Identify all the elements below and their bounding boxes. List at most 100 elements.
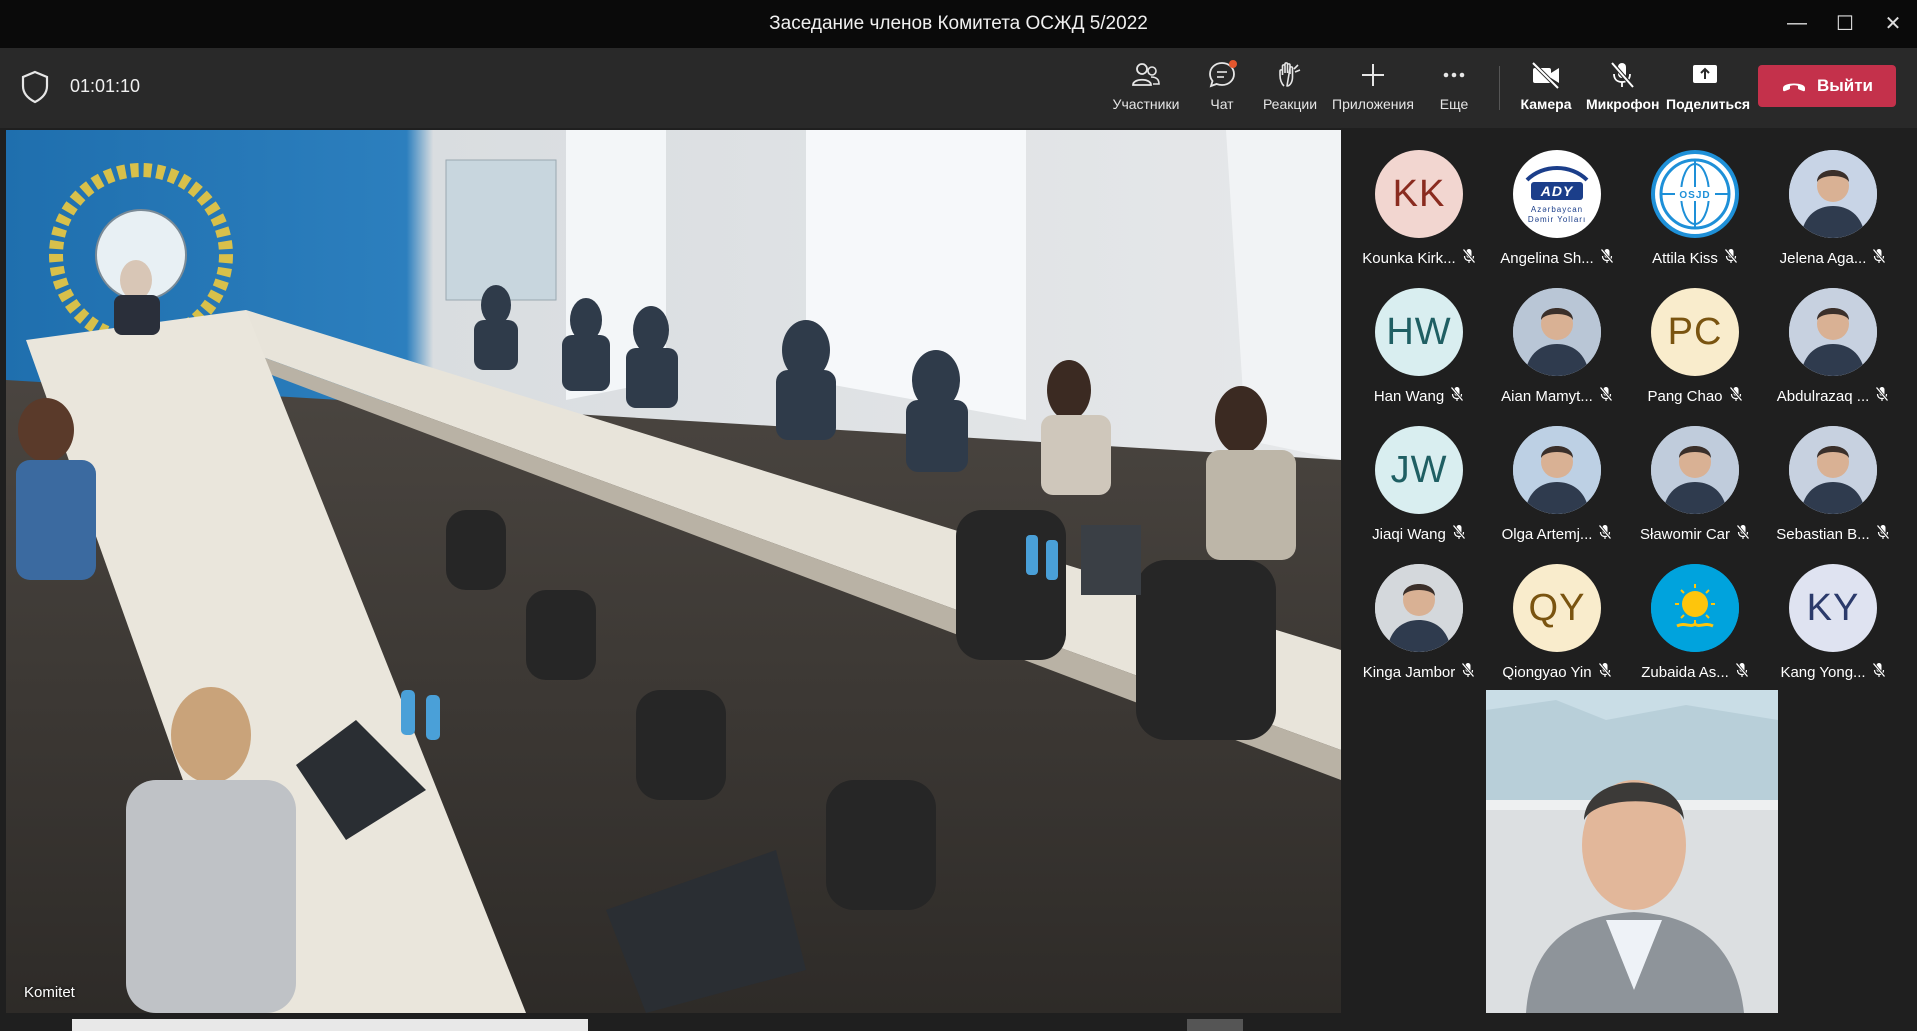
avatar xyxy=(1651,426,1739,514)
participants-label: Участники xyxy=(1112,96,1180,112)
participant-tile[interactable]: Zubaida As... xyxy=(1620,544,1770,681)
mic-muted-icon xyxy=(1872,662,1886,682)
osjd-logo-icon: OSJD xyxy=(1655,154,1735,234)
video-label: Komitet xyxy=(24,984,75,1001)
participant-name-row: Olga Artemj... xyxy=(1482,524,1632,544)
participant-name: Jelena Aga... xyxy=(1779,249,1867,267)
participant-tile[interactable]: Kinga Jambor xyxy=(1344,544,1494,681)
people-icon xyxy=(1132,63,1160,86)
participant-name: Aian Mamyt... xyxy=(1501,387,1593,405)
participant-name: Kounka Kirk... xyxy=(1362,249,1456,267)
leave-label: Выйти xyxy=(1816,76,1874,95)
mic-muted-icon xyxy=(1462,248,1476,268)
participant-name-row: Kinga Jambor xyxy=(1344,662,1494,682)
apps-label: Приложения xyxy=(1332,96,1414,112)
profile-photo xyxy=(1513,288,1601,376)
participant-tile[interactable]: Jelena Aga... xyxy=(1758,130,1908,267)
plus-icon xyxy=(1362,64,1384,86)
participant-name-row: Han Wang xyxy=(1344,386,1494,406)
self-view-video[interactable] xyxy=(1486,690,1778,1013)
camera-button[interactable]: Камера xyxy=(1516,60,1576,120)
more-label: Еще xyxy=(1439,96,1469,112)
close-button[interactable]: ✕ xyxy=(1878,10,1908,36)
shield-icon[interactable] xyxy=(20,70,50,104)
svg-text:OSJD: OSJD xyxy=(1679,190,1710,201)
participant-tile[interactable]: Abdulrazaq ... xyxy=(1758,268,1908,405)
chat-label: Чат xyxy=(1210,96,1234,112)
speaker-video xyxy=(1486,690,1778,1013)
mic-muted-icon xyxy=(1736,524,1750,544)
participant-tile[interactable]: Sebastian B... xyxy=(1758,406,1908,543)
kazakhstan-flag-icon xyxy=(1651,564,1739,652)
mic-muted-icon xyxy=(1729,386,1743,406)
participant-name-row: Sławomir Car xyxy=(1620,524,1770,544)
mic-muted-icon xyxy=(1724,248,1738,268)
svg-text:Azərbaycan: Azərbaycan xyxy=(1531,205,1583,214)
participant-tile[interactable]: Sławomir Car xyxy=(1620,406,1770,543)
share-button[interactable]: Поделиться xyxy=(1666,60,1751,120)
mic-muted-icon xyxy=(1450,386,1464,406)
participant-grid: KK Kounka Kirk... ADY Azərbaycan Dəmir Yolla… xyxy=(1344,130,1917,690)
avatar xyxy=(1789,426,1877,514)
participant-tile[interactable]: JW Jiaqi Wang xyxy=(1344,406,1494,543)
main-video[interactable]: Komitet xyxy=(6,130,1341,1013)
mic-muted-icon xyxy=(1872,248,1886,268)
mic-off-icon xyxy=(1610,61,1635,89)
bottom-scroll-thumb[interactable] xyxy=(1187,1019,1243,1031)
leave-button[interactable]: Выйти xyxy=(1758,65,1896,107)
participant-name: Pang Chao xyxy=(1647,387,1723,405)
participant-name: Kinga Jambor xyxy=(1362,663,1456,681)
hang-up-icon xyxy=(1782,83,1805,92)
participant-tile[interactable]: KY Kang Yong... xyxy=(1758,544,1908,681)
participant-tile[interactable]: KK Kounka Kirk... xyxy=(1344,130,1494,267)
participants-button[interactable]: Участники xyxy=(1106,60,1186,120)
raise-hand-icon xyxy=(1279,62,1301,87)
profile-photo xyxy=(1789,150,1877,238)
participant-name-row: Abdulrazaq ... xyxy=(1758,386,1908,406)
more-button[interactable]: Еще xyxy=(1434,60,1474,120)
participant-tile[interactable]: Olga Artemj... xyxy=(1482,406,1632,543)
maximize-button[interactable]: ☐ xyxy=(1830,10,1860,36)
avatar xyxy=(1651,564,1739,652)
participant-name-row: Sebastian B... xyxy=(1758,524,1908,544)
participant-tile[interactable]: OSJD Attila Kiss xyxy=(1620,130,1770,267)
participant-name: Abdulrazaq ... xyxy=(1776,387,1870,405)
mic-muted-icon xyxy=(1599,386,1613,406)
window-title: Заседание членов Комитета ОСЖД 5/2022 xyxy=(769,13,1148,34)
chat-button[interactable]: Чат xyxy=(1200,60,1244,120)
participant-name-row: Angelina Sh... xyxy=(1482,248,1632,268)
profile-photo xyxy=(1789,426,1877,514)
participant-name: Zubaida As... xyxy=(1641,663,1729,681)
participant-name: Angelina Sh... xyxy=(1500,249,1594,267)
meeting-timer: 01:01:10 xyxy=(70,76,141,96)
apps-button[interactable]: Приложения xyxy=(1330,60,1416,120)
participant-tile[interactable]: ADY Azərbaycan Dəmir Yolları Angelina Sh... xyxy=(1482,130,1632,267)
minimize-button[interactable]: — xyxy=(1782,10,1812,36)
participant-name-row: Jiaqi Wang xyxy=(1344,524,1494,544)
participant-name: Jiaqi Wang xyxy=(1372,525,1446,543)
participant-tile[interactable]: PC Pang Chao xyxy=(1620,268,1770,405)
profile-photo xyxy=(1375,564,1463,652)
mic-button[interactable]: Микрофон xyxy=(1586,60,1659,120)
avatar xyxy=(1789,150,1877,238)
mic-muted-icon xyxy=(1876,524,1890,544)
reactions-button[interactable]: Реакции xyxy=(1262,60,1318,120)
profile-photo xyxy=(1513,426,1601,514)
participant-tile[interactable]: Aian Mamyt... xyxy=(1482,268,1632,405)
participant-name: Sebastian B... xyxy=(1776,525,1870,543)
participant-name: Kang Yong... xyxy=(1780,663,1866,681)
mic-muted-icon xyxy=(1461,662,1475,682)
avatar: QY xyxy=(1513,564,1601,652)
participant-tile[interactable]: QY Qiongyao Yin xyxy=(1482,544,1632,681)
participant-name-row: Zubaida As... xyxy=(1620,662,1770,682)
participant-name-row: Kang Yong... xyxy=(1758,662,1908,682)
share-screen-icon xyxy=(1693,65,1717,83)
participant-tile[interactable]: HW Han Wang xyxy=(1344,268,1494,405)
ady-logo-icon: ADY AzərbaycanDəmir Yolları xyxy=(1525,166,1589,224)
avatar: KK xyxy=(1375,150,1463,238)
mic-muted-icon xyxy=(1600,248,1614,268)
toolbar-divider xyxy=(1499,66,1500,110)
share-label: Поделиться xyxy=(1666,96,1751,112)
participant-name-row: Aian Mamyt... xyxy=(1482,386,1632,406)
title-bar: Заседание членов Комитета ОСЖД 5/2022 — … xyxy=(0,0,1917,48)
